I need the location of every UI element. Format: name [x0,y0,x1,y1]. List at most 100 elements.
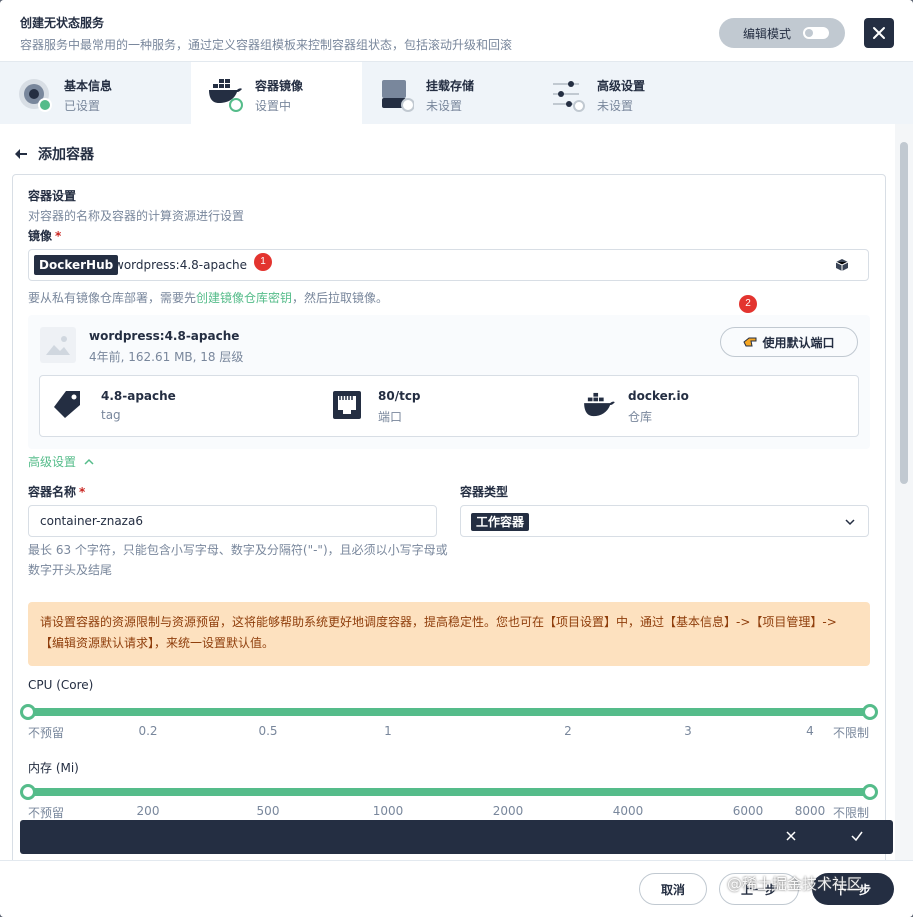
slider-tick-label: 不预留 [28,726,65,740]
tab-storage[interactable]: 挂载存储 未设置 [362,62,533,124]
tag-icon [54,391,80,418]
slider-tick-label: 200 [136,804,160,818]
slider-track[interactable] [28,788,870,796]
image-search-input[interactable]: DockerHub wordpress:4.8-apache 1 [28,249,869,281]
resource-warning: 请设置容器的资源限制与资源预留，这将能够帮助系统更好地调度容器，提高稳定性。您也… [28,602,870,666]
registry-tag[interactable]: DockerHub [34,255,119,275]
info-key: tag [101,408,121,422]
slider-tick-label: 1000 [372,804,404,818]
close-button[interactable] [864,18,894,48]
disk-icon [19,79,52,112]
section-description: 对容器的名称及容器的计算资源进行设置 [28,209,245,223]
slider-min-handle[interactable] [20,704,36,720]
docker-icon [209,79,243,112]
slider-tick-label: 4 [806,724,814,738]
image-name: wordpress:4.8-apache [89,329,240,343]
annotation-badge-2: 2 [739,295,757,313]
page-title: 添加容器 [38,147,94,163]
tab-container-image[interactable]: 容器镜像 设置中 [191,62,362,124]
memory-label: 内存 (Mi) [28,761,79,775]
check-icon[interactable] [850,829,864,843]
image-meta: 4年前, 162.61 MB, 18 层级 [89,350,244,364]
chevron-down-icon [845,519,855,526]
info-key: 端口 [378,410,403,424]
slider-tick-label: 0.5 [258,724,278,738]
toggle-switch-icon [803,27,829,39]
info-value: docker.io [628,389,689,403]
slider-tick-label: 2 [564,724,572,738]
hand-point-icon [743,337,757,347]
section-title: 容器设置 [28,189,77,203]
step-name: 基本信息 [64,79,113,93]
use-default-ports-button[interactable]: 使用默认端口 [720,327,858,357]
tab-basic-info[interactable]: 基本信息 已设置 [0,62,171,124]
modal-title: 创建无状态服务 [20,16,105,30]
scrollbar[interactable] [895,124,913,860]
step-name: 挂载存储 [426,79,475,93]
container-name-input[interactable]: container-znaza6 [28,505,437,537]
step-tabs: 基本信息 已设置 容器镜像 设置中 挂载存储 未设置 高级设置 未设置 [0,62,913,124]
slider-tick-label: 500 [256,804,280,818]
scrollbar-thumb[interactable] [900,142,908,484]
edit-mode-label: 编辑模式 [743,26,792,41]
slider-max-handle[interactable] [862,704,878,720]
advanced-settings-toggle[interactable]: 高级设置 [28,453,94,470]
container-settings-card: 容器设置 对容器的名称及容器的计算资源进行设置 镜像 * DockerHub wo… [12,174,886,860]
slider-tick-label: 0.2 [138,724,158,738]
step-name: 高级设置 [597,79,646,93]
container-type-select[interactable]: 工作容器 [460,505,869,537]
info-item-tag: 4.8-apache tag [52,376,312,436]
container-type-label: 容器类型 [460,485,509,499]
private-registry-hint: 要从私有镜像仓库部署，需要先创建镜像仓库密钥，然后拉取镜像。 [28,291,389,305]
cancel-icon[interactable] [784,829,798,843]
step-status: 未设置 [597,99,634,113]
port-icon [333,391,361,419]
slider-tick-label: 2000 [492,804,524,818]
create-secret-link[interactable]: 创建镜像仓库密钥 [196,291,292,305]
info-item-registry: docker.io 仓库 [582,376,822,436]
slider-track[interactable] [28,708,870,716]
image-value: wordpress:4.8-apache [114,258,248,272]
cancel-button[interactable]: 取消 [639,873,707,905]
slider-tick-label: 8000 [794,804,826,818]
use-default-ports-label: 使用默认端口 [762,335,835,350]
cube-icon[interactable] [835,258,849,272]
tab-advanced[interactable]: 高级设置 未设置 [533,62,704,124]
form-content: 添加容器 容器设置 对容器的名称及容器的计算资源进行设置 镜像 * DockerH… [0,124,913,860]
slider-tick-label: 不限制 [832,726,869,740]
step-status: 未设置 [426,99,463,113]
modal-header: 创建无状态服务 容器服务中最常用的一种服务，通过定义容器组模板来控制容器组状态，… [0,0,913,62]
slider-tick-label: 不预留 [28,806,65,820]
image-label: 镜像 * [28,229,62,243]
edit-mode-toggle[interactable]: 编辑模式 [719,18,845,48]
info-item-port: 80/tcp 端口 [332,376,572,436]
back-to-list[interactable]: 添加容器 [14,144,94,164]
chevron-up-icon [84,458,94,465]
sliders-icon [553,81,585,112]
docker-icon [584,392,615,417]
info-value: 80/tcp [378,389,421,403]
annotation-badge-1: 1 [254,253,272,271]
slider-tick-label: 6000 [732,804,764,818]
step-status: 已设置 [64,99,101,113]
image-thumbnail-icon [40,327,76,363]
watermark: @稀土掘金技术社区 [727,875,863,893]
slider-tick-label: 1 [384,724,392,738]
image-detail-panel: wordpress:4.8-apache 4年前, 162.61 MB, 18 … [28,315,870,449]
slider-max-handle[interactable] [862,784,878,800]
info-value: 4.8-apache [101,389,176,403]
container-name-label: 容器名称 * [28,485,86,499]
slider-tick-label: 3 [684,724,692,738]
slider-min-handle[interactable] [20,784,36,800]
create-service-modal: 创建无状态服务 容器服务中最常用的一种服务，通过定义容器组模板来控制容器组状态，… [0,0,913,917]
confirm-bar [20,820,893,854]
step-name: 容器镜像 [255,79,304,93]
info-key: 仓库 [628,410,653,424]
slider-tick-label: 不限制 [832,806,869,820]
close-icon [873,27,885,39]
storage-icon [382,80,414,112]
container-name-hint: 最长 63 个字符，只能包含小写字母、数字及分隔符("-")，且必须以小写字母或… [28,543,448,577]
step-status: 设置中 [255,99,292,113]
back-arrow-icon [15,149,27,159]
slider-tick-label: 4000 [612,804,644,818]
